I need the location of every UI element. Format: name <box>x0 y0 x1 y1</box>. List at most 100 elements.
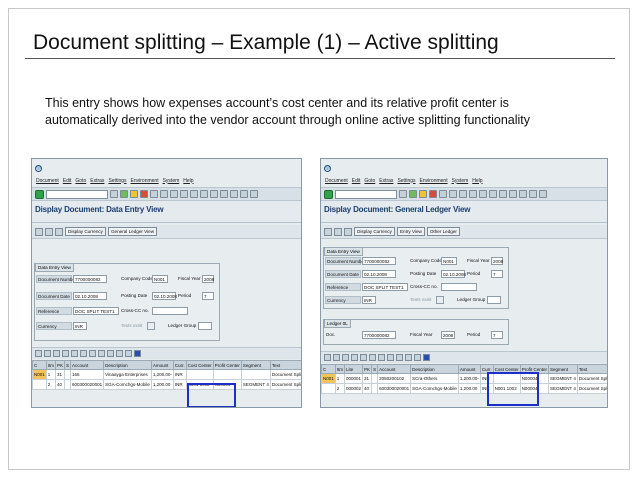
col-account[interactable]: Account <box>377 364 412 374</box>
display-currency-button[interactable]: Display Currency <box>65 227 106 236</box>
menu-goto[interactable]: Goto <box>364 178 375 184</box>
find-next-icon[interactable] <box>170 190 178 198</box>
command-field[interactable] <box>46 189 108 199</box>
ledger-doc-field[interactable]: 7700000082 <box>362 331 396 339</box>
sort-asc-icon[interactable] <box>44 350 51 357</box>
help-icon[interactable] <box>529 190 537 198</box>
other-ledger-button[interactable]: Other Ledger <box>426 227 460 236</box>
print-icon[interactable] <box>150 190 158 198</box>
last-page-icon[interactable] <box>499 190 507 198</box>
info-icon[interactable] <box>134 350 141 357</box>
new-session-icon[interactable] <box>220 190 228 198</box>
reference-field[interactable]: DOC SPLIT TEST1 <box>73 307 119 315</box>
abc-analysis-icon[interactable] <box>125 350 132 357</box>
prev-page-icon[interactable] <box>479 190 487 198</box>
detail-icon[interactable] <box>35 350 42 357</box>
col-item[interactable]: Itm <box>334 364 346 374</box>
export-icon[interactable] <box>98 350 105 357</box>
col-posting-key[interactable]: PK <box>55 360 66 370</box>
enter-icon[interactable] <box>35 189 44 199</box>
company-code-field[interactable]: N001 <box>152 275 168 283</box>
company-code-field[interactable]: N001 <box>441 257 457 265</box>
ledger-group-field[interactable] <box>487 296 501 304</box>
menu-help[interactable]: Help <box>183 178 193 184</box>
exit-icon[interactable] <box>130 190 138 198</box>
col-currency[interactable]: Curr. <box>172 360 187 370</box>
fiscal-year-field[interactable]: 2008 <box>202 275 214 283</box>
col-amount[interactable]: Amount <box>150 360 174 370</box>
save-icon[interactable] <box>399 190 407 198</box>
first-page-icon[interactable] <box>180 190 188 198</box>
abc-analysis-icon[interactable] <box>414 354 421 361</box>
col-text[interactable]: Text <box>269 360 301 370</box>
cross-cc-field[interactable] <box>441 283 477 291</box>
menu-extras[interactable]: Extras <box>90 178 104 184</box>
col-account[interactable]: Account <box>70 360 105 370</box>
col-segment[interactable]: Segment <box>240 360 271 370</box>
find-next-icon[interactable] <box>459 190 467 198</box>
sort-desc-icon[interactable] <box>53 350 60 357</box>
menu-environment[interactable]: Environment <box>131 178 159 184</box>
posting-date-field[interactable]: 02.10.2008 <box>441 270 466 278</box>
sum-icon[interactable] <box>360 354 367 361</box>
layout-select-icon[interactable] <box>396 354 403 361</box>
print-preview-icon[interactable] <box>378 354 385 361</box>
shortcut-icon[interactable] <box>519 190 527 198</box>
general-ledger-view-button[interactable]: General Ledger View <box>107 227 158 236</box>
document-number-field[interactable]: 7700000082 <box>73 275 107 283</box>
back-icon[interactable] <box>120 190 128 198</box>
first-page-icon[interactable] <box>469 190 477 198</box>
col-text[interactable]: Text <box>576 364 607 374</box>
texts-exist-checkbox[interactable] <box>436 296 444 304</box>
table-row[interactable]: 2 40 600300020001 SGA-Comchgs-Mobile 1,2… <box>32 379 301 390</box>
ledger-group-field[interactable] <box>198 322 212 330</box>
next-page-icon[interactable] <box>200 190 208 198</box>
document-date-field[interactable]: 02.10.2008 <box>73 292 107 300</box>
display-currency-button[interactable]: Display Currency <box>354 227 395 236</box>
filter-icon[interactable] <box>351 354 358 361</box>
menu-extras[interactable]: Extras <box>379 178 393 184</box>
layout-icon[interactable] <box>539 190 547 198</box>
menu-edit[interactable]: Edit <box>352 178 361 184</box>
shortcut-icon[interactable] <box>230 190 238 198</box>
exit-icon[interactable] <box>419 190 427 198</box>
table-row[interactable]: N001 1 31 166 Vinaayga Enterprises 1,200… <box>32 369 301 380</box>
col-company[interactable]: C <box>321 364 336 374</box>
layout-icon[interactable] <box>250 190 258 198</box>
overview-icon[interactable] <box>344 227 352 236</box>
ledger-period-field[interactable]: 7 <box>491 331 503 339</box>
menu-settings[interactable]: Settings <box>397 178 415 184</box>
col-line-item[interactable]: Lite <box>344 364 364 374</box>
menu-document[interactable]: Document <box>325 178 348 184</box>
currency-field[interactable]: INR <box>362 296 376 304</box>
menu-system[interactable]: System <box>452 178 469 184</box>
layout-save-icon[interactable] <box>116 350 123 357</box>
toggle-icon[interactable] <box>35 227 43 236</box>
enter-icon[interactable] <box>324 189 333 199</box>
entry-view-button[interactable]: Entry View <box>396 227 425 236</box>
find-icon[interactable] <box>160 190 168 198</box>
prev-page-icon[interactable] <box>190 190 198 198</box>
col-segment[interactable]: Segment <box>547 364 578 374</box>
period-field[interactable]: 7 <box>202 292 214 300</box>
change-icon[interactable] <box>334 227 342 236</box>
sum-icon[interactable] <box>71 350 78 357</box>
posting-date-field[interactable]: 02.10.2008 <box>152 292 177 300</box>
help-icon[interactable] <box>240 190 248 198</box>
overview-icon[interactable] <box>55 227 63 236</box>
col-posting-key[interactable]: PK <box>362 364 373 374</box>
ledger-fiscal-year-field[interactable]: 2008 <box>441 331 455 339</box>
col-company[interactable]: C <box>32 360 47 370</box>
fiscal-year-field[interactable]: 2008 <box>491 257 503 265</box>
change-icon[interactable] <box>45 227 53 236</box>
menu-system[interactable]: System <box>163 178 180 184</box>
print-preview-icon[interactable] <box>89 350 96 357</box>
col-item[interactable]: Itm <box>45 360 57 370</box>
last-page-icon[interactable] <box>210 190 218 198</box>
menu-edit[interactable]: Edit <box>63 178 72 184</box>
col-profit-center[interactable]: Profit Center <box>212 360 242 370</box>
menu-help[interactable]: Help <box>472 178 482 184</box>
currency-field[interactable]: INR <box>73 322 87 330</box>
col-description[interactable]: Description <box>103 360 152 370</box>
export-icon[interactable] <box>387 354 394 361</box>
